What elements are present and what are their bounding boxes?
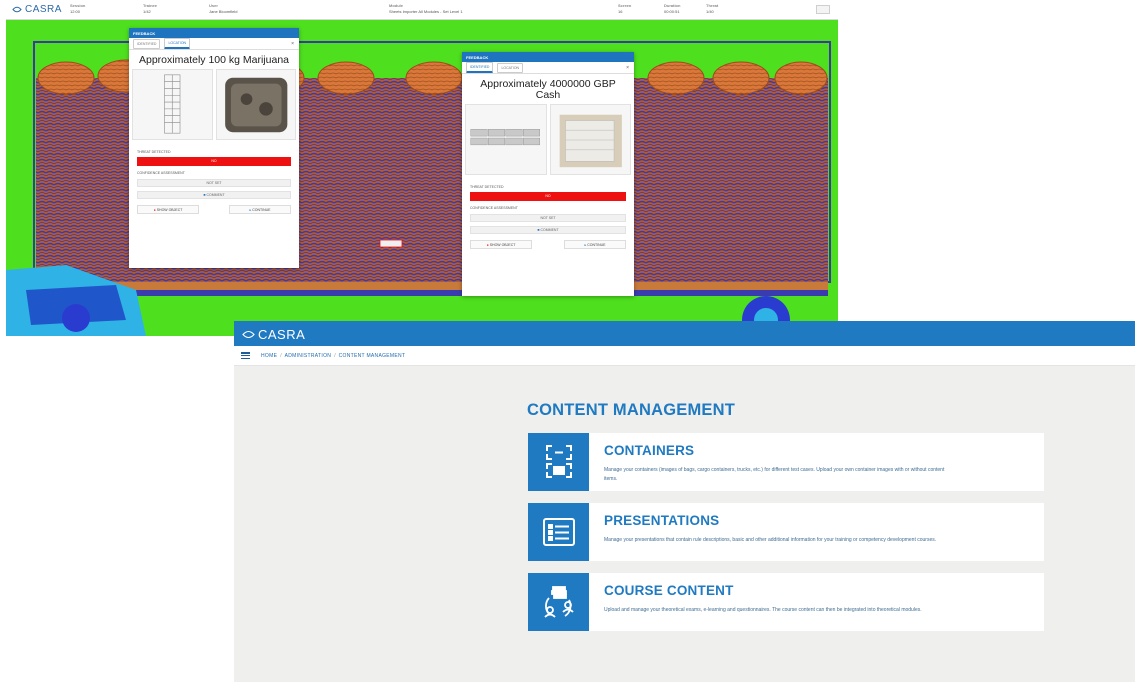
feedback-actions: ● SHOW OBJECT ▸ CONTINUE xyxy=(470,240,626,249)
confidence-label: CONFIDENCE ASSESSMENT xyxy=(470,206,518,210)
show-object-button[interactable]: ● SHOW OBJECT xyxy=(470,240,532,249)
feedback-header: FEEDBACK xyxy=(129,28,299,38)
comment-button[interactable]: ■ COMMENT xyxy=(470,226,626,234)
header-field-trainee: Trainee 1/42 xyxy=(143,3,158,14)
confidence-value[interactable]: NOT SET xyxy=(470,214,626,222)
xray-logo: CASRA xyxy=(12,4,62,15)
hamburger-menu-icon[interactable] xyxy=(241,352,250,359)
card-description: Manage your presentations that contain r… xyxy=(604,537,937,543)
xray-training-window: CASRA Session 12:00 Trainee 1/42 User Jane … xyxy=(6,0,838,336)
header-field-session: Session 12:00 xyxy=(70,3,86,14)
tab-location[interactable]: LOCATION xyxy=(497,62,524,73)
continue-button[interactable]: ▸ CONTINUE xyxy=(229,205,291,214)
feedback-images xyxy=(129,69,299,140)
threat-label: THREAT DETECTED xyxy=(470,185,504,189)
card-course-content[interactable]: COURSE CONTENT Upload and manage your th… xyxy=(528,573,1044,631)
confidence-label: CONFIDENCE ASSESSMENT xyxy=(137,171,185,175)
close-icon[interactable]: × xyxy=(626,65,629,71)
tab-identified[interactable]: IDENTIFIED xyxy=(466,62,494,73)
feedback-actions: ● SHOW OBJECT ▸ CONTINUE xyxy=(137,205,291,214)
breadcrumb-separator: / xyxy=(334,352,336,359)
feedback-tabs: IDENTIFIED LOCATION × xyxy=(129,38,299,50)
breadcrumb-separator: / xyxy=(280,352,282,359)
show-object-button[interactable]: ● SHOW OBJECT xyxy=(137,205,199,214)
breadcrumb: HOME / ADMINISTRATION / CONTENT MANAGEME… xyxy=(234,346,1135,366)
feedback-panel-left: FEEDBACK IDENTIFIED LOCATION × Approxima… xyxy=(129,28,299,268)
feedback-images xyxy=(462,104,634,175)
feedback-header: FEEDBACK xyxy=(462,52,634,62)
card-title: CONTAINERS xyxy=(604,443,695,458)
breadcrumb-home[interactable]: HOME xyxy=(261,353,277,359)
card-description: Manage your containers (images of bags, … xyxy=(604,467,945,482)
feedback-photo-thumbnail[interactable] xyxy=(549,104,631,175)
cm-logo[interactable]: CASRA xyxy=(242,327,305,342)
header-field-module: Module Sheets Importer All Modules - Set … xyxy=(389,3,463,14)
comment-button[interactable]: ■ COMMENT xyxy=(137,191,291,199)
card-description: Upload and manage your theoretical exams… xyxy=(604,607,922,613)
page-title: CONTENT MANAGEMENT xyxy=(527,401,736,419)
header-field-duration: Duration 00:00:51 xyxy=(664,3,681,14)
card-title: PRESENTATIONS xyxy=(604,513,720,528)
containers-icon xyxy=(528,433,589,491)
feedback-tabs: IDENTIFIED LOCATION × xyxy=(462,62,634,74)
casra-logo-icon xyxy=(12,6,22,13)
header-field-screen: Screen 16 xyxy=(618,3,632,14)
card-title: COURSE CONTENT xyxy=(604,583,734,598)
confidence-value[interactable]: NOT SET xyxy=(137,179,291,187)
close-icon[interactable]: × xyxy=(291,41,294,47)
breadcrumb-content-management[interactable]: CONTENT MANAGEMENT xyxy=(339,353,406,359)
threat-answer-button[interactable]: NO xyxy=(470,192,626,201)
tab-location[interactable]: LOCATION xyxy=(164,38,191,49)
feedback-xray-thumbnail[interactable] xyxy=(132,69,213,140)
continue-button[interactable]: ▸ CONTINUE xyxy=(564,240,626,249)
header-field-threat: Threat 1/40 xyxy=(706,3,719,14)
feedback-photo-thumbnail[interactable] xyxy=(215,69,296,140)
xray-header-bar: CASRA Session 12:00 Trainee 1/42 User Jane … xyxy=(6,0,838,20)
presentations-icon xyxy=(528,503,589,561)
tab-identified[interactable]: IDENTIFIED xyxy=(133,38,161,49)
cm-header-bar: CASRA xyxy=(234,321,1135,346)
card-containers[interactable]: CONTAINERS Manage your containers (image… xyxy=(528,433,1044,491)
breadcrumb-administration[interactable]: ADMINISTRATION xyxy=(285,353,332,359)
xray-menu-button[interactable] xyxy=(816,5,830,14)
threat-answer-button[interactable]: NO xyxy=(137,157,291,166)
card-presentations[interactable]: PRESENTATIONS Manage your presentations … xyxy=(528,503,1044,561)
content-management-window: CASRA HOME / ADMINISTRATION / CONTENT MA… xyxy=(234,321,1135,682)
feedback-panel-right: FEEDBACK IDENTIFIED LOCATION × Approxima… xyxy=(462,52,634,296)
course-content-icon xyxy=(528,573,589,631)
casra-logo-icon xyxy=(242,330,255,339)
header-field-user: User Jane Bloomfield xyxy=(209,3,238,14)
feedback-xray-thumbnail[interactable] xyxy=(465,104,547,175)
feedback-title: Approximately 4000000 GBP Cash xyxy=(480,78,616,101)
feedback-title: Approximately 100 kg Marijuana xyxy=(139,54,289,66)
threat-label: THREAT DETECTED xyxy=(137,150,171,154)
